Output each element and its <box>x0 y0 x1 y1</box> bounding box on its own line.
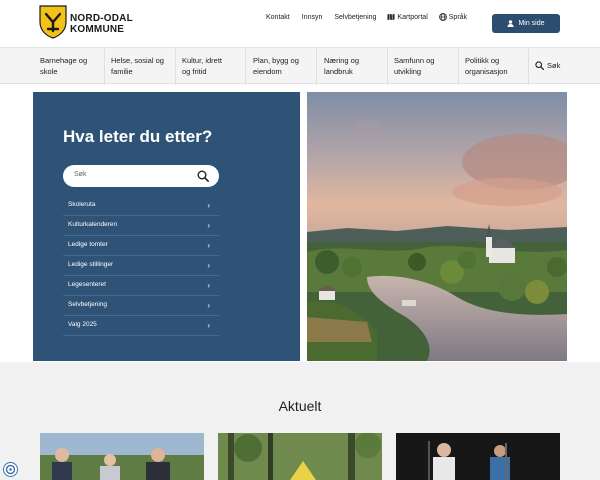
chevron-right-icon: › <box>207 201 210 210</box>
nav-item-line1: Næring og <box>324 56 360 65</box>
coat-of-arms-icon <box>39 5 67 39</box>
my-page-label: Min side <box>518 20 545 27</box>
nav-item-line2: eiendom <box>253 67 282 76</box>
my-page-button[interactable]: Min side <box>492 14 560 33</box>
quick-link-selvbetjening[interactable]: Selvbetjening › <box>63 296 219 316</box>
search-icon <box>535 61 544 70</box>
nav-item-line2: utvikling <box>394 67 422 76</box>
nav-search-label: Søk <box>547 61 561 70</box>
util-link-sprak[interactable]: Språk <box>438 13 468 21</box>
nav-search-button[interactable]: Søk <box>535 61 560 70</box>
logo-line-2: KOMMUNE <box>70 24 125 35</box>
hero-search-panel: Hva leter du etter? Søk Skoleruta › Kultu… <box>33 92 300 361</box>
chevron-right-icon: › <box>207 261 210 270</box>
nav-divider <box>528 48 529 85</box>
nav-item-line2: organisasjon <box>465 67 508 76</box>
news-image-forest <box>218 433 382 480</box>
chevron-right-icon: › <box>207 301 210 310</box>
nav-divider <box>245 48 246 85</box>
nav-item-line2: og fritid <box>182 67 207 76</box>
landscape-illustration <box>307 92 567 361</box>
hero-title: Hva leter du etter? <box>63 127 213 146</box>
nav-item-line1: Kultur, idrett <box>182 56 223 65</box>
nav-divider <box>458 48 459 85</box>
nav-item-barnehage-skole[interactable]: Barnehage og skole <box>40 55 87 77</box>
quick-link-label: Valg 2025 <box>68 321 97 328</box>
nav-item-line1: Politikk og <box>465 56 500 65</box>
news-image-people <box>40 433 204 480</box>
util-link-sprak-label: Språk <box>448 13 468 21</box>
quick-link-label: Ledige stillinger <box>68 261 114 268</box>
nav-divider <box>316 48 317 85</box>
user-icon <box>507 20 515 27</box>
quick-link-valg-2025[interactable]: Valg 2025 › <box>63 316 219 336</box>
logo-text: NORD-ODAL KOMMUNE <box>70 13 133 35</box>
search-placeholder: Søk <box>74 171 87 178</box>
util-link-kontakt[interactable]: Kontakt <box>266 14 290 21</box>
quick-link-label: Selvbetjening <box>68 301 108 308</box>
nav-item-samfunn-utvikling[interactable]: Samfunn og utvikling <box>394 55 434 77</box>
map-icon <box>387 13 395 21</box>
chevron-right-icon: › <box>207 221 210 230</box>
util-link-selvbetjening[interactable]: Selvbetjening <box>334 14 376 21</box>
nav-divider <box>175 48 176 85</box>
nav-item-plan-bygg-eiendom[interactable]: Plan, bygg og eiendom <box>253 55 299 77</box>
news-card-1[interactable] <box>40 433 204 480</box>
search-icon[interactable] <box>197 170 209 182</box>
news-section: Aktuelt <box>0 362 600 480</box>
nav-item-helse-sosial-familie[interactable]: Helse, sosial og familie <box>111 55 164 77</box>
nav-divider <box>387 48 388 85</box>
globe-icon <box>438 13 447 21</box>
chevron-right-icon: › <box>207 321 210 330</box>
nav-item-naering-landbruk[interactable]: Næring og landbruk <box>324 55 359 77</box>
news-image-concert <box>396 433 560 480</box>
news-card-2[interactable] <box>218 433 382 480</box>
util-link-innsyn[interactable]: Innsyn <box>302 14 323 21</box>
nav-item-line2: landbruk <box>324 67 353 76</box>
nav-item-line2: skole <box>40 67 58 76</box>
quick-link-label: Skoleruta <box>68 201 96 208</box>
nav-divider <box>104 48 105 85</box>
hero-landscape-photo <box>307 92 567 361</box>
util-link-kartportal[interactable]: Kartportal <box>387 13 428 21</box>
main-navigation: Barnehage og skole Helse, sosial og fami… <box>0 47 600 85</box>
nav-item-line1: Barnehage og <box>40 56 88 65</box>
cookie-icon <box>5 464 16 475</box>
quick-link-label: Kulturkalenderen <box>68 221 118 228</box>
quick-link-ledige-stillinger[interactable]: Ledige stillinger › <box>63 256 219 276</box>
cookie-settings-button[interactable] <box>3 462 18 477</box>
quick-link-label: Ledige tomter <box>68 241 108 248</box>
quick-link-legesenteret[interactable]: Legesenteret › <box>63 276 219 296</box>
util-link-kartportal-label: Kartportal <box>397 13 428 21</box>
top-bar: NORD-ODAL KOMMUNE Kontakt Innsyn Selvbet… <box>0 0 600 47</box>
quick-link-ledige-tomter[interactable]: Ledige tomter › <box>63 236 219 256</box>
nav-item-line2: familie <box>111 67 133 76</box>
news-section-title: Aktuelt <box>278 398 322 414</box>
quick-link-skoleruta[interactable]: Skoleruta › <box>63 196 219 216</box>
logo-line-1: NORD-ODAL <box>70 13 133 24</box>
nav-item-line1: Samfunn og <box>394 56 435 65</box>
news-card-3[interactable] <box>396 433 560 480</box>
quick-link-label: Legesenteret <box>68 281 106 288</box>
chevron-right-icon: › <box>207 281 210 290</box>
chevron-right-icon: › <box>207 241 210 250</box>
nav-item-line1: Helse, sosial og <box>111 56 164 65</box>
nav-item-kultur-idrett-fritid[interactable]: Kultur, idrett og fritid <box>182 55 222 77</box>
quick-links-list: Skoleruta › Kulturkalenderen › Ledige tomt… <box>63 196 219 336</box>
municipality-logo[interactable]: NORD-ODAL KOMMUNE <box>39 5 139 41</box>
quick-link-kulturkalenderen[interactable]: Kulturkalenderen › <box>63 216 219 236</box>
nav-item-politikk-organisasjon[interactable]: Politikk og organisasjon <box>465 55 508 77</box>
utility-links: Kontakt Innsyn Selvbetjening Kartportal … <box>266 13 467 21</box>
hero-search-input[interactable]: Søk <box>63 165 219 187</box>
nav-item-line1: Plan, bygg og <box>253 56 299 65</box>
